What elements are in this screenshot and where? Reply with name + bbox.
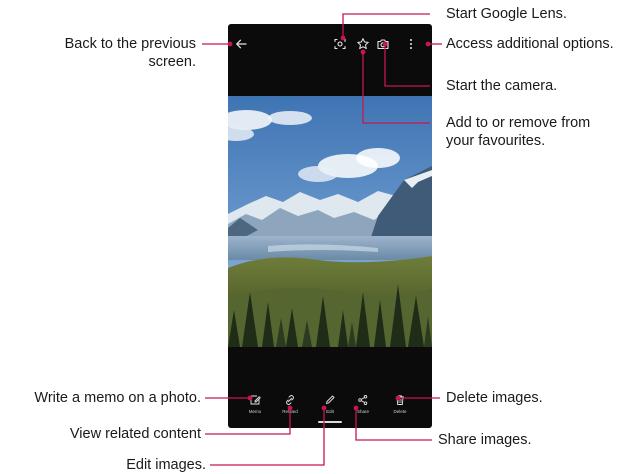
callout-delete-images: Delete images. (446, 390, 543, 406)
callout-edit-images: Edit images. (126, 457, 206, 473)
manual-figure: Memo Related Edit Share Delete Start Goo… (0, 0, 632, 473)
callout-back-line2: screen. (148, 54, 196, 70)
callout-start-google-lens: Start Google Lens. (446, 6, 567, 22)
callout-access-options: Access additional options. (446, 36, 614, 52)
callout-view-related: View related content (69, 426, 201, 442)
callout-start-camera: Start the camera. (446, 78, 558, 94)
callout-favourites-line2: your favourites. (446, 133, 546, 149)
callout-write-memo: Write a memo on a photo. (34, 390, 201, 406)
callout-favourites-line1: Add to or remove from (446, 115, 591, 131)
callout-back-line1: Back to the previous (64, 36, 196, 52)
callout-share-images: Share images. (438, 432, 532, 448)
